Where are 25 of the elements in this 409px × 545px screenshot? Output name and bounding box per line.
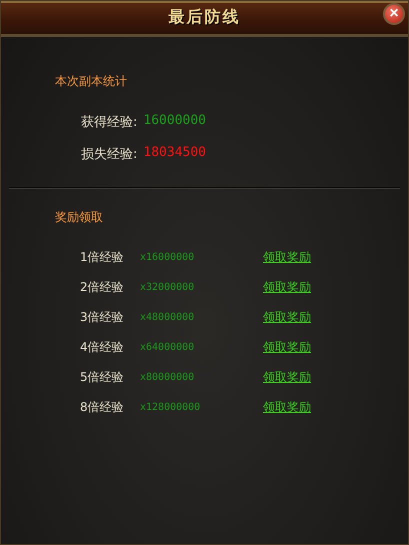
reward-label: 1倍经验	[80, 249, 125, 266]
reward-amount: x32000000	[140, 282, 196, 293]
stat-value: 18034500	[143, 145, 206, 162]
claim-reward-link[interactable]: 领取奖励	[263, 339, 311, 356]
reward-label: 3倍经验	[80, 309, 125, 326]
reward-label: 8倍经验	[80, 399, 125, 416]
claim-reward-link[interactable]: 领取奖励	[263, 309, 311, 326]
section-heading: 本次副本统计	[55, 73, 128, 90]
claim-reward-link[interactable]: 领取奖励	[263, 279, 311, 296]
reward-amount: x48000000	[140, 312, 196, 323]
section-heading: 奖励领取	[55, 209, 104, 226]
reward-label: 4倍经验	[80, 339, 125, 356]
stat-label: 损失经验:	[81, 146, 138, 163]
reward-amount: x80000000	[140, 372, 196, 383]
claim-reward-link[interactable]: 领取奖励	[263, 369, 311, 386]
reward-amount: x16000000	[140, 252, 196, 263]
reward-label: 2倍经验	[80, 279, 125, 296]
reward-amount: x128000000	[140, 402, 202, 413]
stat-label: 获得经验:	[81, 114, 138, 131]
reward-amount: x64000000	[140, 342, 196, 353]
window-title: 最后防线	[168, 7, 240, 28]
claim-reward-link[interactable]: 领取奖励	[263, 249, 311, 266]
reward-label: 5倍经验	[80, 369, 125, 386]
stat-value: 16000000	[143, 113, 206, 130]
claim-reward-link[interactable]: 领取奖励	[263, 399, 311, 416]
